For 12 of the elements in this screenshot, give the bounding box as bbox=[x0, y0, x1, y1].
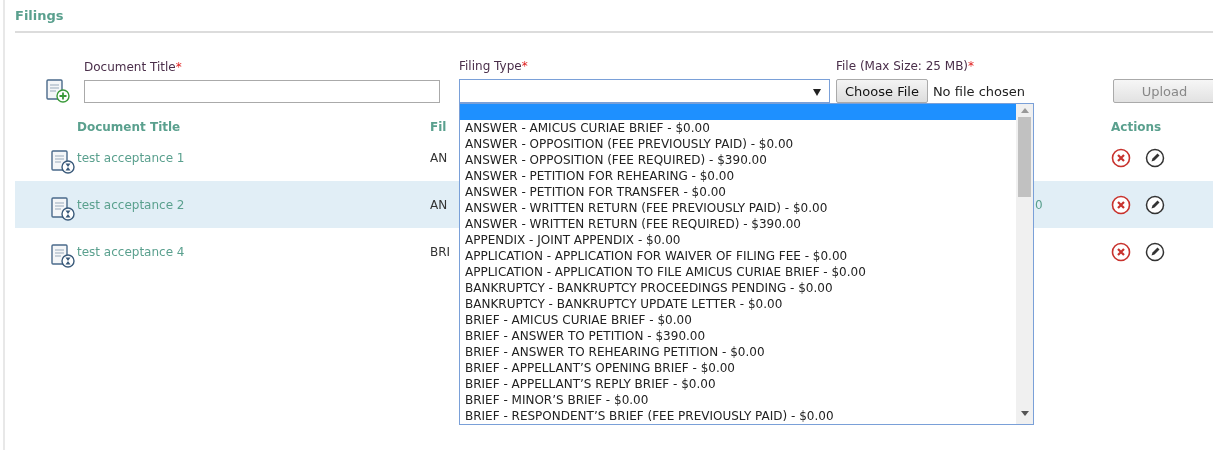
table-cell: BRI bbox=[430, 244, 451, 259]
column-header: Fil bbox=[430, 120, 447, 134]
field-label: Document Title* bbox=[84, 60, 183, 74]
column-header: Document Title bbox=[77, 120, 181, 134]
field-label: File (Max Size: 25 MB)* bbox=[836, 59, 976, 73]
table-cell: 0 bbox=[1035, 197, 1043, 212]
table-cell: AN bbox=[430, 197, 448, 212]
file-status: No file chosen bbox=[932, 83, 1025, 99]
section-title: Filings bbox=[15, 8, 1213, 33]
table-cell: AN bbox=[430, 150, 448, 165]
field-label: Filing Type* bbox=[459, 59, 529, 73]
column-header: Actions bbox=[1111, 120, 1162, 134]
